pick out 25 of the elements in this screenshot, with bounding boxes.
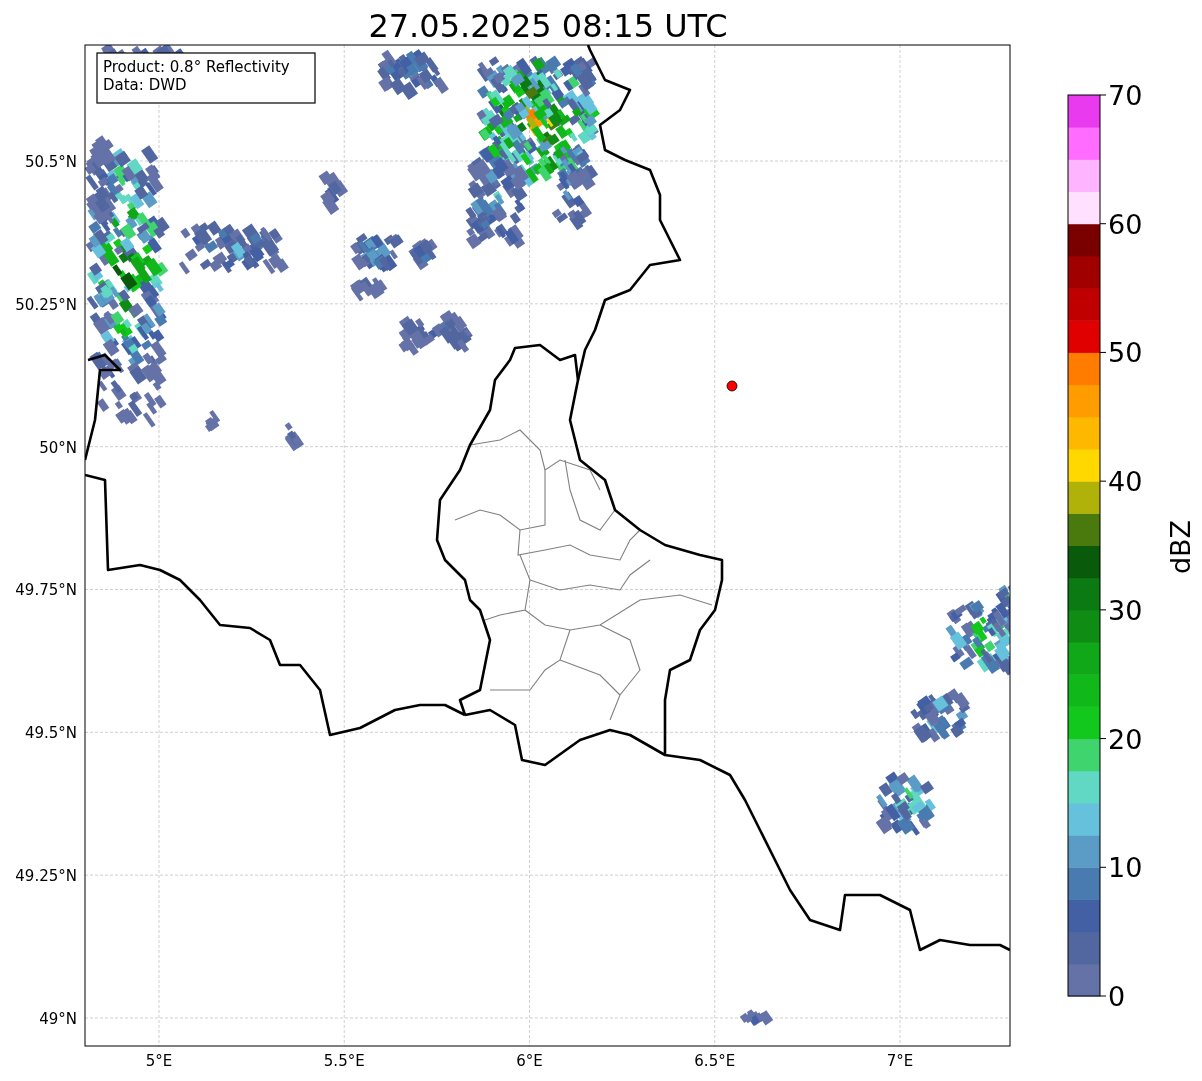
colorbar-tick-label: 0: [1108, 981, 1126, 1012]
latitude-label: 49°N: [39, 1010, 77, 1028]
latitude-label: 50.25°N: [15, 295, 77, 314]
colorbar-tick-label: 50: [1108, 337, 1143, 369]
colorbar-tick-label: 30: [1108, 594, 1143, 626]
latitude-label: 49.75°N: [15, 581, 77, 600]
chart-title: 27.05.2025 08:15 UTC: [368, 7, 728, 45]
longitude-label: 5°E: [145, 1052, 173, 1070]
colorbar-tick-label: 20: [1108, 723, 1143, 755]
latitude-label: 50°N: [39, 438, 77, 457]
colorbar-tick-label: 60: [1108, 208, 1143, 240]
latitude-label: 49.5°N: [24, 724, 77, 743]
colorbar-tick-label: 10: [1108, 852, 1143, 884]
info-text: Product: 0.8° Reflectivity: [103, 58, 290, 76]
longitude-label: 5.5°E: [323, 1052, 365, 1070]
latitude-label: 49.25°N: [15, 867, 77, 886]
latitude-label: 50.5°N: [24, 153, 77, 171]
colorbar-label: dBZ: [1165, 519, 1196, 575]
colorbar-tick-label: 70: [1108, 80, 1143, 111]
longitude-label: 6.5°E: [694, 1052, 736, 1070]
longitude-label: 7°E: [886, 1052, 914, 1070]
longitude-label: 6°E: [516, 1052, 543, 1070]
colorbar-tick-label: 40: [1108, 466, 1143, 498]
station-marker: [726, 380, 738, 392]
info-text: Data: DWD: [103, 76, 187, 94]
